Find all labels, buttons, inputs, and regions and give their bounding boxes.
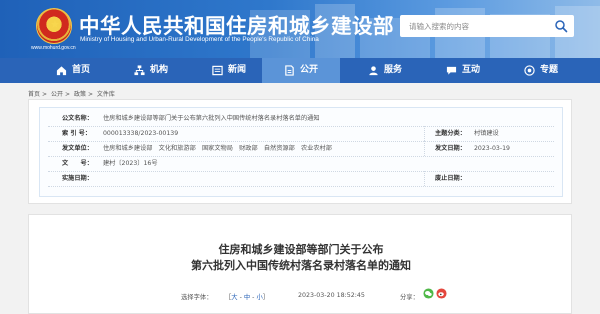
nav-item-label: 互动 <box>461 65 480 75</box>
info-label: 索 引 号： <box>62 130 92 137</box>
column-divider <box>424 171 425 186</box>
breadcrumb-separator: > <box>87 91 93 98</box>
nav-item-interact[interactable]: 互动 <box>428 58 498 83</box>
info-value: 000013338/2023-00139 <box>103 130 179 137</box>
service-icon <box>369 66 378 76</box>
article-body: 住房和城乡建设部等部门关于公布 第六批列入中国传统村落名录村落名单的通知 选择字… <box>28 214 572 314</box>
info-value: 2023-03-19 <box>474 145 510 152</box>
site-domain: www.mohurd.gov.cn <box>31 45 76 51</box>
home-icon <box>56 66 67 76</box>
info-row-dates: 实施日期： 废止日期： <box>40 171 564 186</box>
info-row-issuer: 发文单位： 住房和城乡建设部 文化和旅游部 国家文物局 财政部 自然资源部 农业… <box>40 141 564 156</box>
search-input[interactable] <box>400 15 550 37</box>
nav-item-label: 公开 <box>299 65 318 75</box>
nav-item-label: 专题 <box>539 65 558 75</box>
news-icon <box>212 65 223 76</box>
nav-item-news[interactable]: 新闻 <box>194 58 264 83</box>
font-bracket-close: ］ <box>262 294 270 301</box>
site-title: 中华人民共和国住房和城乡建设部 <box>79 14 394 38</box>
row-divider <box>48 186 554 187</box>
info-label: 发文日期： <box>435 145 466 152</box>
nav-item-home[interactable]: 首页 <box>38 58 108 83</box>
info-value: 住房和城乡建设部 文化和旅游部 国家文物局 财政部 自然资源部 农业农村部 <box>103 145 332 152</box>
topic-icon <box>524 65 535 76</box>
info-label: 公文名称： <box>62 115 93 122</box>
info-label: 发文单位： <box>62 145 93 152</box>
nav-item-public[interactable]: 公开 <box>262 58 340 83</box>
document-info-table: 公文名称： 住房和城乡建设部等部门关于公布第六批列入中国传统村落名录村落名单的通… <box>39 107 563 197</box>
nav-item-label: 机构 <box>149 65 168 75</box>
breadcrumb-home[interactable]: 首页 <box>28 91 40 98</box>
nav-item-org[interactable]: 机构 <box>116 58 186 83</box>
info-value: 住房和城乡建设部等部门关于公布第六批列入中国传统村落名录村落名单的通知 <box>103 115 320 122</box>
nav-item-topic[interactable]: 专题 <box>506 58 576 83</box>
search-box <box>400 15 574 37</box>
column-divider <box>424 141 425 156</box>
article-title-line-2: 第六批列入中国传统村落名录村落名单的通知 <box>191 259 411 272</box>
search-icon[interactable] <box>554 19 568 33</box>
nav-item-label: 服务 <box>383 65 402 75</box>
publish-datetime: 2023-03-20 18:52:45 <box>298 292 365 299</box>
info-label: 实施日期： <box>62 175 93 182</box>
wechat-share-icon[interactable] <box>423 288 434 299</box>
breadcrumb-separator: > <box>64 91 71 98</box>
nav-item-service[interactable]: 服务 <box>350 58 420 83</box>
info-row-index: 索 引 号： 000013338/2023-00139 主题分类： 村镇建设 <box>40 126 564 141</box>
font-size-label: 选择字体： <box>181 294 213 301</box>
site-subtitle: Ministry of Housing and Urban-Rural Deve… <box>80 36 319 43</box>
breadcrumb-public[interactable]: 公开 <box>51 91 63 98</box>
article-title-line-1: 住房和城乡建设部等部门关于公布 <box>218 243 384 256</box>
org-chart-icon <box>134 65 145 76</box>
breadcrumb-separator: > <box>42 91 48 98</box>
info-value: 建村〔2023〕16号 <box>103 160 158 167</box>
chat-icon <box>446 66 457 75</box>
document-icon <box>285 65 294 76</box>
breadcrumb: 首页 > 公开 > 政策 > 文件库 <box>28 89 117 98</box>
info-value: 村镇建设 <box>474 130 499 137</box>
nav-item-label: 首页 <box>71 65 90 75</box>
site-header: ★ 中华人民共和国住房和城乡建设部 Ministry of Housing an… <box>0 0 600 58</box>
column-divider <box>424 126 425 141</box>
breadcrumb-policy[interactable]: 政策 <box>74 91 86 98</box>
info-row-title: 公文名称： 住房和城乡建设部等部门关于公布第六批列入中国传统村落名录村落名单的通… <box>40 111 564 126</box>
nav-item-label: 新闻 <box>227 65 246 75</box>
share-label: 分享： <box>400 294 419 301</box>
info-label: 废止日期： <box>435 175 466 182</box>
font-size-selector: ［大 - 中 - 小］ <box>225 292 269 301</box>
info-label: 主题分类： <box>435 130 466 137</box>
national-emblem-logo: ★ <box>36 8 72 44</box>
info-row-docno: 文 号： 建村〔2023〕16号 <box>40 156 564 171</box>
weibo-share-icon[interactable] <box>436 288 447 299</box>
document-info-card: 公文名称： 住房和城乡建设部等部门关于公布第六批列入中国传统村落名录村落名单的通… <box>28 99 572 204</box>
breadcrumb-file-library[interactable]: 文件库 <box>97 91 115 98</box>
main-nav: 首页 机构 新闻 公开 服务 互动 专题 <box>0 58 600 83</box>
info-label: 文 号： <box>62 160 93 167</box>
